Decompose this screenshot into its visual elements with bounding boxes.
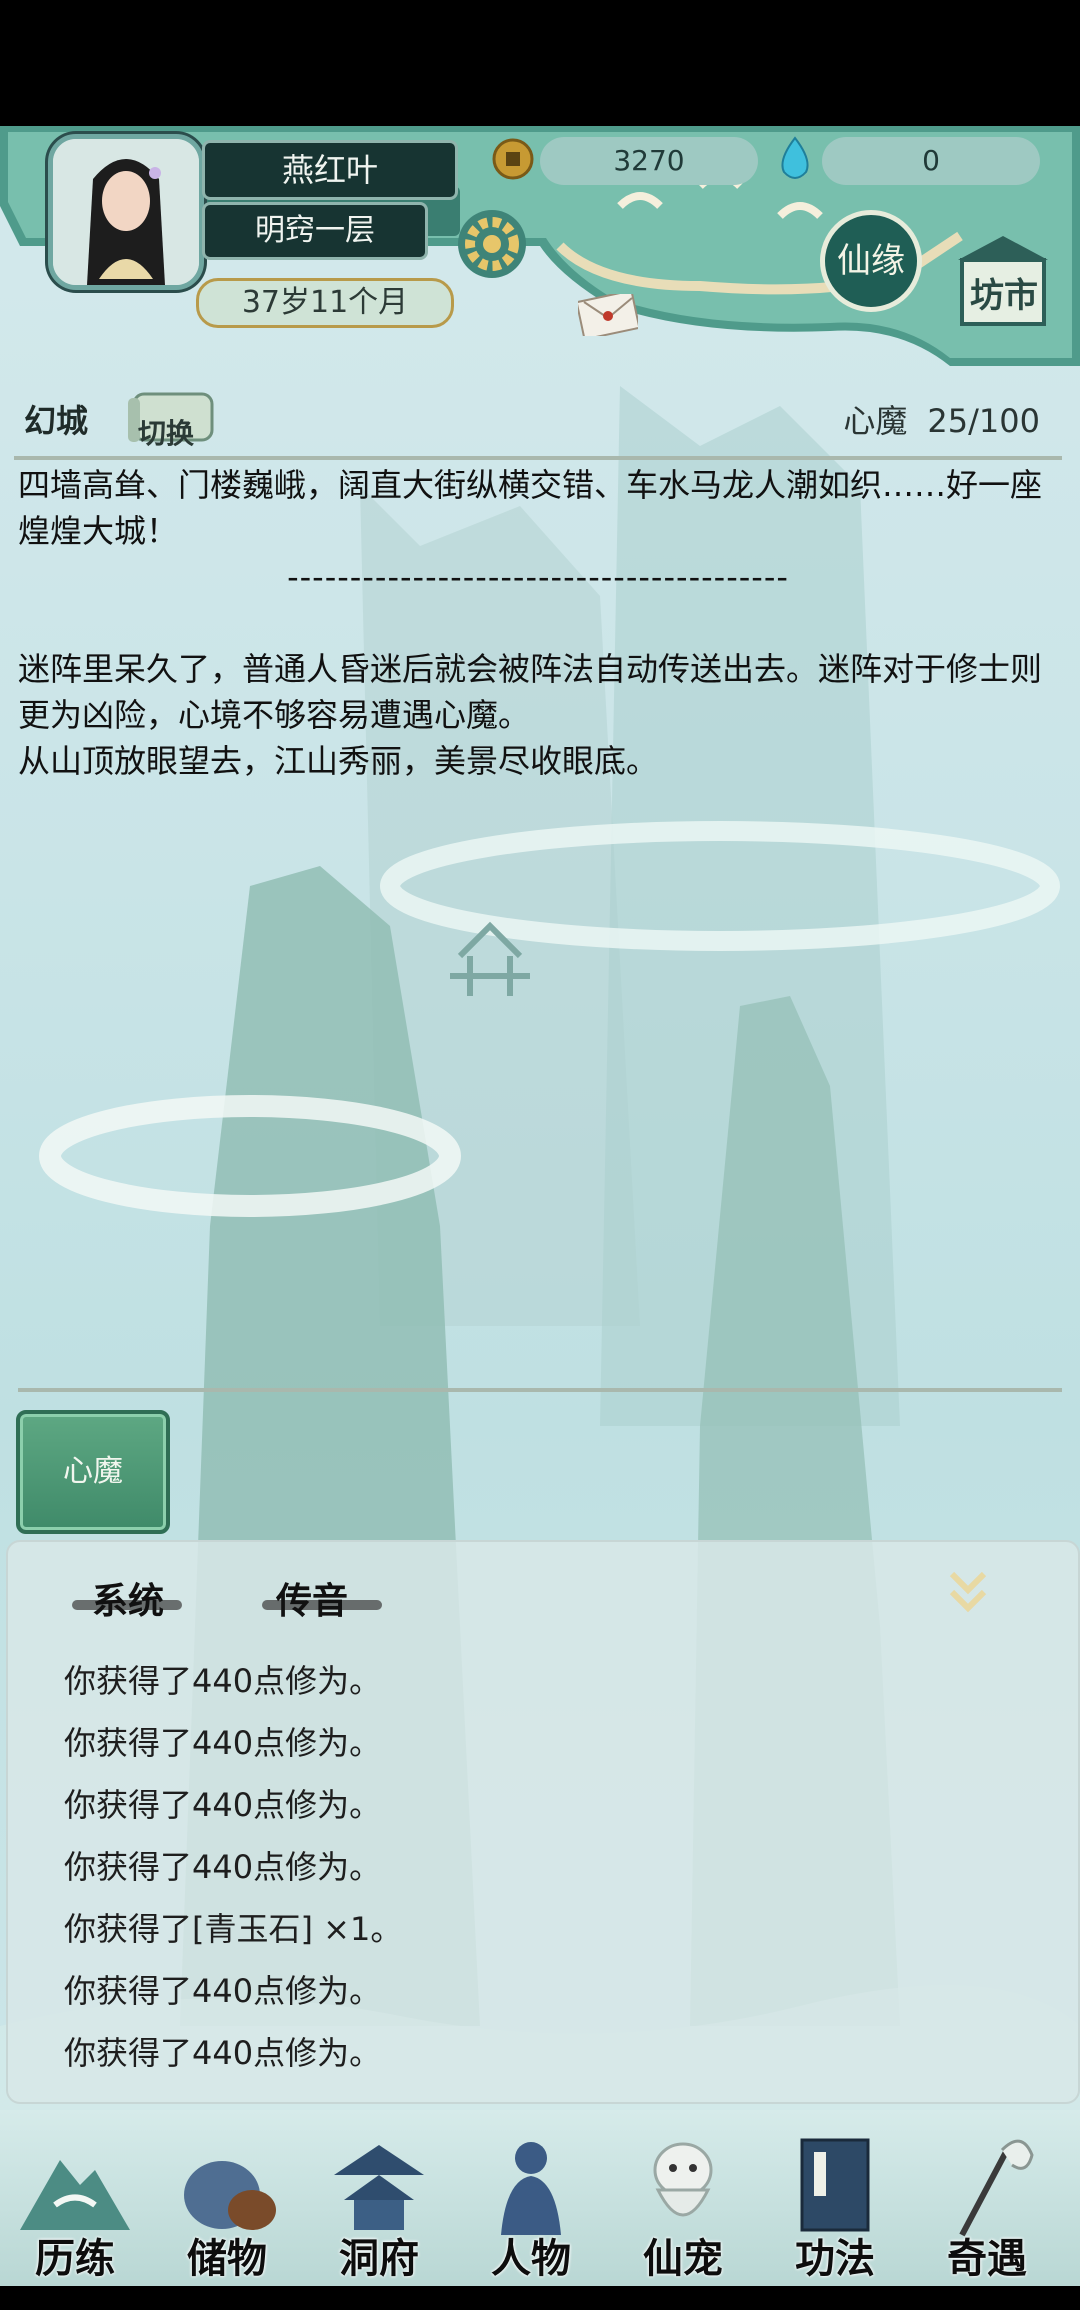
mountain-icon (20, 2160, 130, 2230)
collapse-chevron-icon[interactable] (944, 1566, 992, 1616)
nav-skills[interactable]: 功法 (760, 2130, 910, 2282)
settings-gear-icon[interactable] (456, 208, 528, 280)
story-text: 四墙高耸、门楼巍峨，阔直大街纵横交错、车水马龙人潮如织……好一座煌煌大城！ --… (18, 462, 1058, 784)
xianyuan-button[interactable]: 仙缘 (820, 210, 922, 312)
log-entry: 你获得了440点修为。 (64, 1848, 382, 1886)
log-entry: 你获得了440点修为。 (64, 1724, 382, 1762)
player-age: 37岁11个月 (196, 278, 454, 328)
spirit-stone-icon (781, 136, 809, 179)
nav-storage[interactable]: 储物 (152, 2130, 302, 2282)
story-line: 迷阵里呆久了，普通人昏迷后就会被阵法自动传送出去。迷阵对于修士则更为凶险，心境不… (18, 650, 1043, 734)
coin-count: 3270 (540, 137, 758, 185)
nav-label: 储物 (187, 2235, 267, 2282)
nav-label: 仙宠 (643, 2235, 723, 2282)
story-line (18, 600, 1058, 646)
player-avatar[interactable] (48, 134, 204, 290)
mail-icon[interactable] (578, 294, 638, 336)
player-realm: 明窍一层 (202, 202, 428, 260)
xinmo-label: 心魔 (843, 402, 908, 440)
pet-icon (653, 2142, 713, 2217)
market-button[interactable]: 坊市 (956, 270, 1052, 322)
story-line: 四墙高耸、门楼巍峨，阔直大街纵横交错、车水马龙人潮如织……好一座煌煌大城！ (18, 466, 1043, 550)
staff-icon (959, 2139, 1034, 2237)
xinmo-action-button[interactable]: 心魔 (16, 1410, 170, 1534)
person-icon (501, 2142, 561, 2235)
xinmo-status: 心魔 25/100 (823, 396, 1040, 442)
gem-count: 0 (822, 137, 1040, 185)
player-name: 燕红叶 (202, 140, 458, 200)
nav-label: 奇遇 (947, 2235, 1027, 2282)
divider-bottom (18, 1388, 1062, 1392)
log-entry: 你获得了440点修为。 (64, 1972, 382, 2010)
bag-icon (184, 2161, 276, 2230)
log-entry: 你获得了[青玉石] ×1。 (64, 1910, 403, 1948)
nav-label: 洞府 (339, 2235, 419, 2282)
nav-label: 人物 (491, 2235, 571, 2282)
log-entry: 你获得了440点修为。 (64, 1786, 382, 1824)
nav-adventure[interactable]: 奇遇 (912, 2130, 1062, 2282)
nav-cave[interactable]: 洞府 (304, 2130, 454, 2282)
tab-messages[interactable]: 传音 (276, 1572, 348, 1624)
divider-top (14, 456, 1062, 460)
system-bottom-bar (0, 2286, 1080, 2310)
tab-system[interactable]: 系统 (92, 1572, 164, 1624)
nav-label: 历练 (35, 2235, 115, 2282)
book-icon (800, 2138, 870, 2232)
location-name: 幻城 (24, 402, 89, 440)
nav-label: 功法 (795, 2235, 875, 2282)
coin-icon (492, 138, 534, 180)
avatar-portrait-icon (53, 139, 199, 285)
xinmo-value: 25/100 (927, 402, 1040, 440)
story-line: 从山顶放眼望去，江山秀丽，美景尽收眼底。 (18, 742, 659, 780)
log-entry: 你获得了440点修为。 (64, 2034, 382, 2072)
log-list: 你获得了440点修为。 你获得了440点修为。 你获得了440点修为。 你获得了… (64, 1650, 402, 2084)
log-entry: 你获得了440点修为。 (64, 1662, 382, 1700)
nav-character[interactable]: 人物 (456, 2130, 606, 2282)
story-separator: ---------------------------------------- (287, 558, 789, 596)
pavilion-icon (334, 2145, 424, 2230)
nav-training[interactable]: 历练 (0, 2130, 150, 2282)
switch-location-button[interactable]: 切换 (138, 412, 194, 452)
nav-pet[interactable]: 仙宠 (608, 2130, 758, 2282)
